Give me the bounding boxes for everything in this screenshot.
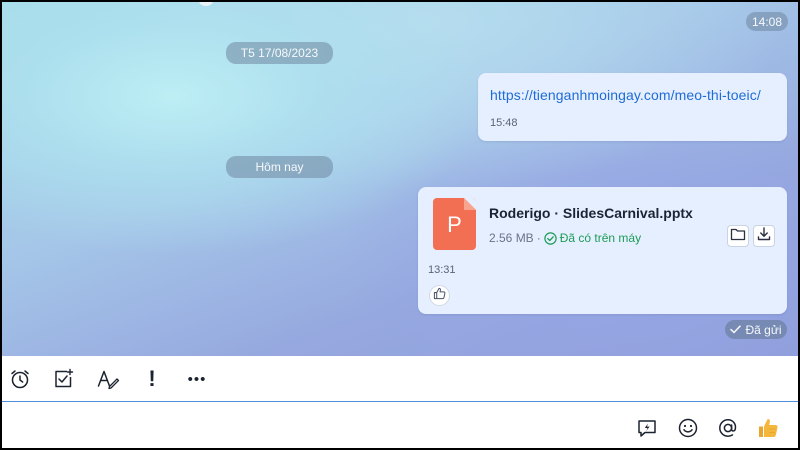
alarm-clock-icon[interactable] — [8, 367, 32, 391]
sent-status-badge: Đã gửi — [725, 320, 787, 339]
exclamation-icon[interactable]: ! — [140, 366, 164, 391]
thumbs-up-outline-icon — [433, 287, 446, 305]
download-button[interactable] — [753, 225, 775, 247]
checkmark-icon — [730, 323, 742, 337]
more-icon[interactable]: ••• — [184, 367, 210, 391]
date-separator: T5 17/08/2023 — [226, 42, 333, 64]
check-circle-icon — [544, 231, 557, 245]
powerpoint-file-icon[interactable]: P — [433, 198, 476, 250]
message-time: 15:48 — [490, 117, 518, 129]
meta-separator: · — [536, 231, 541, 245]
message-time: 13:31 — [428, 264, 456, 276]
file-message-bubble[interactable]: P Roderigo · SlidesCarnival.pptx 2.56 MB… — [418, 187, 787, 314]
today-separator: Hôm nay — [226, 156, 333, 178]
task-checkbox-icon[interactable] — [51, 367, 75, 391]
emoji-icon[interactable] — [676, 416, 700, 440]
file-size: 2.56 MB — [489, 231, 534, 245]
scroll-indicator — [199, 2, 213, 6]
mention-icon[interactable] — [716, 416, 740, 440]
file-fold-corner — [464, 198, 476, 210]
text-format-icon[interactable] — [96, 367, 120, 391]
folder-icon — [730, 227, 746, 246]
sent-status-text: Đã gửi — [745, 322, 782, 337]
open-folder-button[interactable] — [727, 225, 749, 247]
file-type-letter: P — [447, 212, 462, 237]
message-list[interactable]: 14:08 T5 17/08/2023 https://tienganhmoin… — [2, 2, 798, 356]
composer-toolbar: ! ••• — [2, 356, 798, 402]
download-status: Đã có trên máy — [559, 231, 642, 245]
quick-message-icon[interactable] — [635, 416, 659, 440]
link-message-bubble[interactable]: https://tienganhmoingay.com/meo-thi-toei… — [478, 73, 787, 141]
file-name[interactable]: Roderigo · SlidesCarnival.pptx — [489, 205, 693, 221]
file-meta: 2.56 MB · Đã có trên máy — [489, 231, 641, 245]
time-badge: 14:08 — [746, 12, 788, 31]
message-input[interactable] — [2, 403, 798, 448]
thumbs-up-icon[interactable] — [756, 416, 780, 440]
react-like-button[interactable] — [429, 285, 450, 306]
download-icon — [756, 226, 772, 247]
message-link[interactable]: https://tienganhmoingay.com/meo-thi-toei… — [490, 87, 761, 103]
chat-window: 14:08 T5 17/08/2023 https://tienganhmoin… — [0, 0, 800, 450]
